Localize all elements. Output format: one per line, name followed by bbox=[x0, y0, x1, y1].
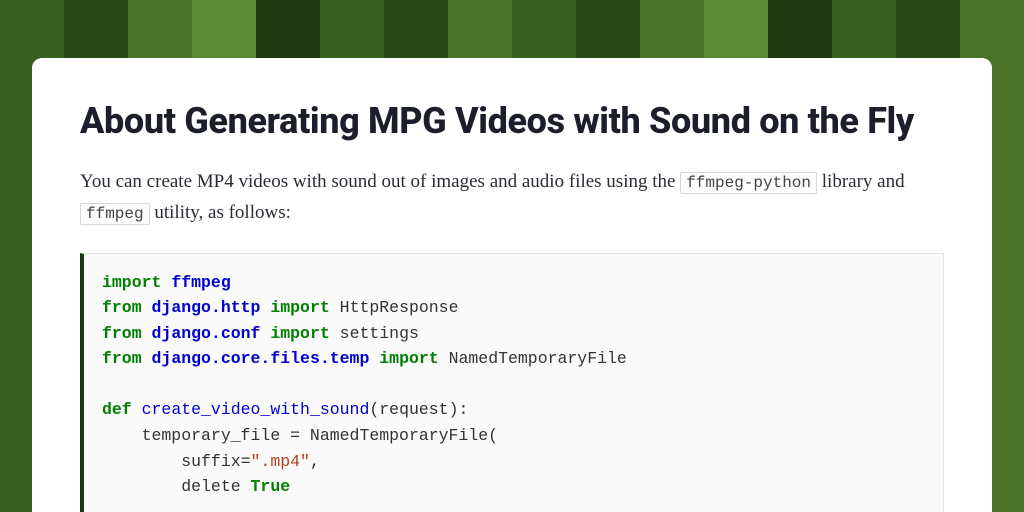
intro-text-1: You can create MP4 videos with sound out… bbox=[80, 171, 680, 192]
code-name: NamedTemporaryFile bbox=[439, 349, 627, 368]
code-text: , bbox=[310, 452, 320, 471]
code-text: suffix= bbox=[102, 452, 251, 471]
code-keyword: def bbox=[102, 400, 132, 419]
code-name: HttpResponse bbox=[330, 298, 459, 317]
code-module: django.conf bbox=[152, 324, 261, 343]
intro-paragraph: You can create MP4 videos with sound out… bbox=[80, 166, 944, 229]
code-keyword: import bbox=[102, 273, 161, 292]
inline-code-ffmpeg: ffmpeg bbox=[80, 203, 150, 225]
code-module: ffmpeg bbox=[171, 273, 230, 292]
code-keyword: import bbox=[270, 298, 329, 317]
intro-text-2: library and bbox=[817, 171, 905, 192]
code-keyword: True bbox=[251, 477, 291, 496]
code-keyword: import bbox=[270, 324, 329, 343]
inline-code-ffmpeg-python: ffmpeg-python bbox=[680, 172, 817, 194]
code-text: (request): bbox=[369, 400, 468, 419]
code-module: django.core.files.temp bbox=[152, 349, 370, 368]
code-text: temporary_file = NamedTemporaryFile( bbox=[102, 426, 498, 445]
code-module: django.http bbox=[152, 298, 261, 317]
content-card: About Generating MPG Videos with Sound o… bbox=[32, 58, 992, 512]
code-keyword: import bbox=[379, 349, 438, 368]
code-block: import ffmpeg from django.http import Ht… bbox=[80, 253, 944, 512]
code-text: delete bbox=[102, 477, 251, 496]
intro-text-3: utility, as follows: bbox=[150, 202, 291, 223]
code-keyword: from bbox=[102, 298, 142, 317]
code-name: settings bbox=[330, 324, 419, 343]
code-function: create_video_with_sound bbox=[142, 400, 370, 419]
code-string: ".mp4" bbox=[251, 452, 310, 471]
code-keyword: from bbox=[102, 324, 142, 343]
page-title: About Generating MPG Videos with Sound o… bbox=[80, 100, 944, 144]
code-keyword: from bbox=[102, 349, 142, 368]
